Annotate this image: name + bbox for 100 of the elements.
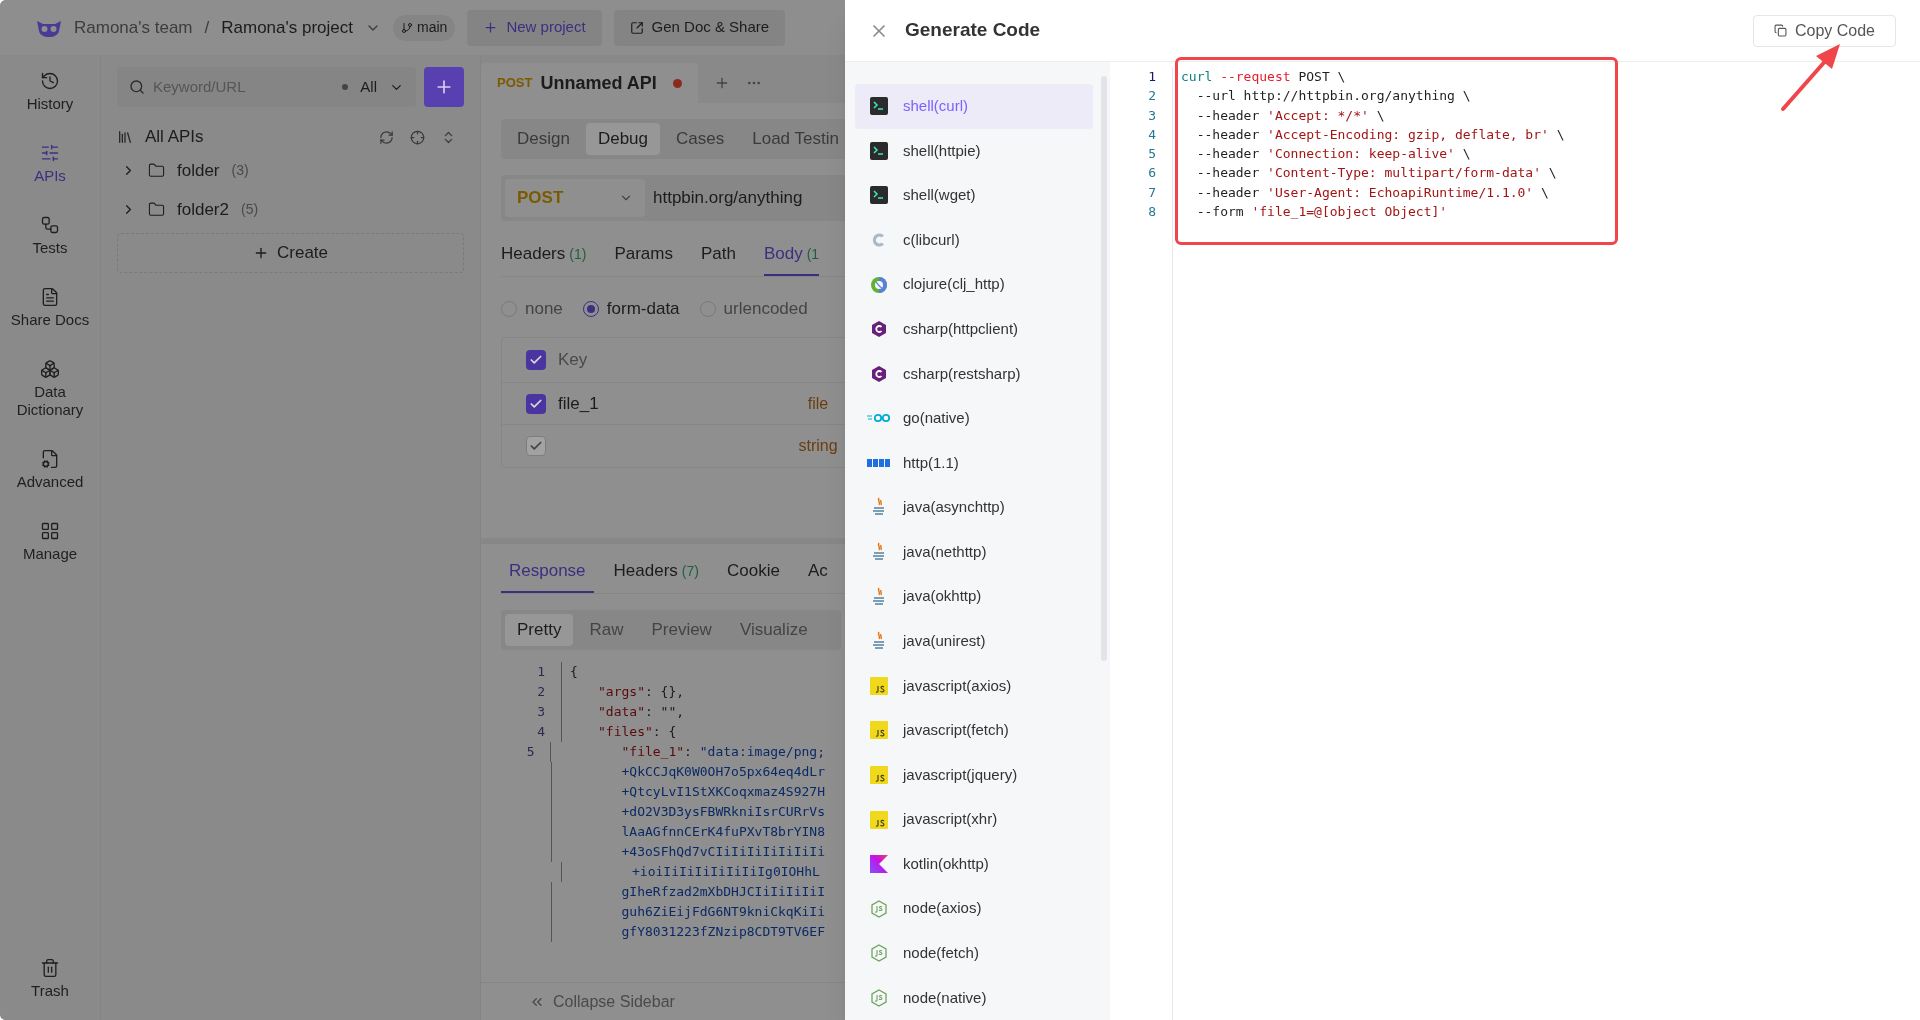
nav-item[interactable]: Data Dictionary bbox=[8, 355, 92, 423]
view-tab[interactable]: Preview bbox=[639, 614, 724, 646]
refresh-icon[interactable] bbox=[379, 129, 394, 145]
request-tab-link[interactable]: Params bbox=[614, 240, 673, 276]
language-item[interactable]: node(fetch) bbox=[855, 931, 1093, 976]
team-name[interactable]: Ramona's team bbox=[74, 14, 193, 41]
language-item[interactable]: clojure(clj_http) bbox=[855, 262, 1093, 307]
checkbox[interactable] bbox=[526, 350, 546, 370]
language-item[interactable]: c(libcurl) bbox=[855, 217, 1093, 263]
language-item[interactable]: node(axios) bbox=[855, 886, 1093, 931]
language-item[interactable]: java(okhttp) bbox=[855, 574, 1093, 619]
terminal-icon bbox=[870, 97, 888, 116]
language-item[interactable]: go(native) bbox=[855, 396, 1093, 441]
line-number: 4 bbox=[1148, 125, 1156, 144]
request-tab-link[interactable]: Path bbox=[700, 240, 736, 276]
nav-item[interactable]: Advanced bbox=[8, 445, 92, 495]
request-tab-link[interactable]: Headers (1) bbox=[501, 240, 587, 276]
column-header: Key bbox=[558, 349, 588, 372]
request-tab[interactable]: POST Unnamed API bbox=[481, 63, 698, 103]
language-item[interactable]: csharp(httpclient) bbox=[855, 306, 1093, 352]
language-item[interactable]: kotlin(okhttp) bbox=[855, 841, 1093, 887]
library-icon bbox=[117, 129, 133, 145]
filter-dropdown[interactable]: All bbox=[342, 75, 404, 99]
terminal-icon bbox=[870, 141, 888, 160]
gen-doc-button[interactable]: Gen Doc & Share bbox=[613, 9, 786, 46]
nav-item[interactable]: APIs bbox=[8, 139, 92, 189]
radio-option[interactable]: urlencoded bbox=[699, 296, 808, 322]
code-line: --header 'Content-Type: multipart/form-data' \ bbox=[1195, 165, 1557, 181]
view-tab[interactable]: Pretty bbox=[505, 614, 574, 646]
copy-code-button[interactable]: Copy Code bbox=[1752, 14, 1896, 47]
language-item[interactable]: javascript(axios) bbox=[855, 663, 1093, 709]
url-field[interactable]: httpbin.org/anything bbox=[653, 185, 803, 211]
nav-label: APIs bbox=[34, 167, 66, 185]
language-item[interactable]: javascript(xhr) bbox=[855, 797, 1093, 842]
js-logo-icon bbox=[870, 721, 888, 740]
code-line: gfY8031223fZNzip8CDT9TV6EF bbox=[621, 924, 825, 939]
code-line: +43oSFhQd7vCIiIiIiIiIiIiIi bbox=[621, 844, 825, 859]
history-icon bbox=[40, 71, 60, 91]
checkbox[interactable] bbox=[526, 393, 546, 414]
hexagon-logo-icon bbox=[870, 988, 888, 1007]
line-number: 3 bbox=[537, 704, 545, 719]
radio-option[interactable]: none bbox=[501, 296, 563, 322]
language-item[interactable]: csharp(restsharp) bbox=[855, 351, 1093, 397]
nav-item[interactable]: Manage bbox=[8, 517, 92, 567]
language-item[interactable]: javascript(jquery) bbox=[855, 752, 1093, 798]
mode-tab[interactable]: Load Testin bbox=[740, 123, 845, 155]
line-number: 2 bbox=[1148, 87, 1156, 106]
nav-label: Data Dictionary bbox=[15, 383, 85, 419]
collapse-sidebar-link[interactable]: Collapse Sidebar bbox=[481, 982, 845, 1020]
table-cell: file_1 bbox=[558, 393, 599, 413]
language-item[interactable]: java(unirest) bbox=[855, 618, 1093, 664]
language-item[interactable]: shell(wget) bbox=[855, 173, 1093, 218]
line-number: 1 bbox=[537, 664, 545, 679]
line-number: 6 bbox=[1148, 164, 1156, 183]
new-project-button[interactable]: New project bbox=[467, 9, 602, 46]
type-cell-text: string bbox=[798, 436, 838, 456]
nav-item[interactable]: History bbox=[8, 67, 92, 117]
language-item[interactable]: java(asynchttp) bbox=[855, 485, 1093, 530]
response-tab[interactable]: Response bbox=[501, 557, 594, 593]
code-line: curl --request POST \ bbox=[1181, 69, 1346, 84]
language-item[interactable]: java(nethttp) bbox=[855, 529, 1093, 575]
nav-item[interactable]: Tests bbox=[8, 211, 92, 261]
line-number: 8 bbox=[1148, 203, 1156, 222]
type-cell-text: file bbox=[807, 393, 829, 414]
language-item[interactable]: shell(httpie) bbox=[855, 128, 1093, 174]
plus-icon bbox=[483, 20, 499, 35]
language-item[interactable]: shell(curl) bbox=[855, 84, 1093, 129]
js-logo-icon bbox=[870, 765, 888, 784]
nav-item[interactable]: Trash bbox=[8, 954, 92, 1004]
folder-row[interactable]: folder (3) bbox=[117, 151, 464, 190]
view-tab[interactable]: Visualize bbox=[727, 614, 820, 646]
nav-label: Share Docs bbox=[10, 311, 90, 329]
create-button[interactable]: Create bbox=[117, 233, 464, 273]
mode-tab[interactable]: Cases bbox=[664, 123, 737, 155]
nav-item[interactable]: Share Docs bbox=[8, 283, 92, 333]
request-tab-link[interactable]: Body (1 bbox=[763, 240, 820, 276]
project-name[interactable]: Ramona's project bbox=[221, 14, 353, 41]
response-tab[interactable]: Headers (7) bbox=[605, 557, 707, 593]
line-number: 7 bbox=[1148, 183, 1156, 202]
drawer-title: Generate Code bbox=[905, 18, 1041, 43]
language-item[interactable]: http(1.1) bbox=[855, 440, 1093, 486]
kotlin-logo-icon bbox=[870, 855, 888, 874]
folder-row[interactable]: folder2 (5) bbox=[117, 190, 464, 229]
radio-option[interactable]: form-data bbox=[582, 296, 680, 322]
view-tab[interactable]: Raw bbox=[577, 614, 636, 646]
mode-tab[interactable]: Design bbox=[505, 123, 582, 155]
boxes-icon bbox=[40, 359, 60, 379]
code-line: lAaAGfnnCErK4fuPXvT8brYIN8 bbox=[621, 824, 825, 839]
sliders-icon bbox=[40, 143, 60, 163]
response-tab[interactable]: Cookie bbox=[718, 557, 788, 593]
language-item[interactable]: javascript(fetch) bbox=[855, 708, 1093, 753]
check-icon bbox=[529, 439, 543, 453]
http-logo-icon bbox=[867, 458, 891, 467]
locate-icon[interactable] bbox=[410, 129, 425, 145]
branch-pill[interactable]: main bbox=[393, 14, 456, 41]
code-line: +QkCCJqK0W0OH7o5px64eq4dLr bbox=[621, 764, 825, 779]
mode-tab[interactable]: Debug bbox=[585, 123, 661, 155]
add-button[interactable] bbox=[424, 67, 464, 107]
language-item[interactable]: node(native) bbox=[855, 975, 1093, 1020]
response-tab[interactable]: Ac bbox=[799, 557, 836, 593]
